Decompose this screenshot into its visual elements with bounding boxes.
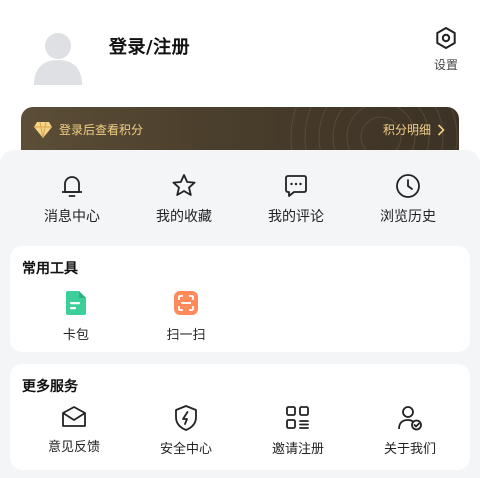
profile-header: 登录/注册 设置 — [0, 0, 480, 110]
quick-item-history[interactable]: 浏览历史 — [352, 172, 464, 232]
login-register-link[interactable]: 登录/注册 — [109, 33, 190, 59]
scan-icon — [174, 291, 198, 315]
main-panel: 消息中心 我的收藏 我的评论 浏览历史 常用工具 卡包 扫一扫 更多服务 意见反… — [0, 150, 480, 478]
service-label: 安全中心 — [159, 442, 212, 457]
services-row: 意见反馈 安全中心 邀请注册 关于我们 — [10, 404, 470, 457]
service-label: 意见反馈 — [47, 440, 100, 455]
settings-label: 设置 — [433, 58, 458, 72]
service-feedback[interactable]: 意见反馈 — [18, 404, 130, 457]
quick-item-comments[interactable]: 我的评论 — [240, 172, 352, 232]
star-icon — [172, 174, 196, 196]
settings-gear-icon — [436, 27, 456, 49]
clock-icon — [396, 174, 420, 198]
card-wallet-icon — [66, 291, 86, 315]
quick-item-favorites[interactable]: 我的收藏 — [128, 172, 240, 232]
section-title: 常用工具 — [22, 261, 78, 277]
points-detail-link[interactable]: 积分明细 — [383, 121, 445, 138]
quick-item-messages[interactable]: 消息中心 — [16, 172, 128, 232]
service-about[interactable]: 关于我们 — [354, 404, 466, 457]
tool-label: 扫一扫 — [166, 328, 206, 343]
grid-invite-icon — [286, 406, 309, 429]
comment-icon — [285, 175, 307, 197]
shield-icon — [175, 405, 197, 431]
tool-label: 卡包 — [62, 328, 89, 343]
mail-icon — [62, 406, 86, 427]
tool-card-wallet[interactable]: 卡包 — [36, 290, 116, 343]
service-label: 邀请注册 — [271, 442, 324, 457]
tool-scan[interactable]: 扫一扫 — [146, 290, 226, 343]
service-label: 关于我们 — [383, 442, 436, 457]
common-tools-card: 常用工具 卡包 扫一扫 — [10, 246, 470, 352]
diamond-icon — [34, 121, 52, 139]
avatar[interactable] — [32, 29, 84, 85]
quick-item-label: 我的收藏 — [156, 209, 212, 225]
bell-icon — [62, 176, 82, 197]
service-invite[interactable]: 邀请注册 — [242, 404, 354, 457]
points-detail-label: 积分明细 — [382, 123, 431, 137]
chevron-right-icon — [437, 123, 445, 136]
quick-item-label: 我的评论 — [268, 209, 324, 225]
service-security[interactable]: 安全中心 — [130, 404, 242, 457]
user-check-icon — [398, 406, 422, 431]
quick-actions-row: 消息中心 我的收藏 我的评论 浏览历史 — [0, 172, 480, 232]
quick-item-label: 消息中心 — [44, 209, 100, 225]
more-services-card: 更多服务 意见反馈 安全中心 邀请注册 关于我们 — [10, 364, 470, 470]
points-banner[interactable]: 登录后查看积分 积分明细 — [21, 107, 459, 155]
section-title: 更多服务 — [22, 379, 78, 395]
points-login-hint: 登录后查看积分 — [59, 123, 144, 137]
settings-button[interactable]: 设置 — [426, 26, 466, 74]
quick-item-label: 浏览历史 — [380, 209, 436, 225]
